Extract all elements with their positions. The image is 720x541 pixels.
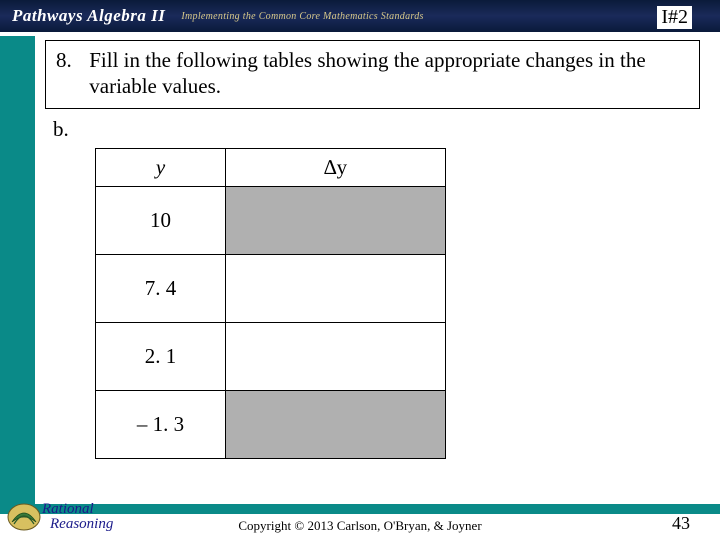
page-code: I#2 bbox=[657, 6, 692, 29]
header-bar: Pathways Algebra II Implementing the Com… bbox=[0, 0, 720, 32]
logo-text-top: Rational bbox=[41, 501, 94, 517]
logo-text-bottom: Reasoning bbox=[49, 516, 114, 532]
cell-dy bbox=[226, 186, 446, 254]
col-header-dy: ∆y bbox=[226, 148, 446, 186]
header-subtitle: Implementing the Common Core Mathematics… bbox=[165, 11, 423, 22]
cell-y: 10 bbox=[96, 186, 226, 254]
logo-rational-reasoning: Rational Reasoning bbox=[6, 498, 126, 536]
header-title: Pathways Algebra II bbox=[0, 6, 165, 26]
cell-y: – 1. 3 bbox=[96, 390, 226, 458]
side-accent bbox=[0, 36, 35, 504]
page-number: 43 bbox=[672, 513, 690, 534]
cell-dy bbox=[226, 390, 446, 458]
cell-y: 7. 4 bbox=[96, 254, 226, 322]
problem-number: 8. bbox=[56, 47, 84, 73]
cell-y: 2. 1 bbox=[96, 322, 226, 390]
problem-statement: 8. Fill in the following tables showing … bbox=[45, 40, 700, 109]
sub-part-label: b. bbox=[53, 117, 710, 142]
col-header-y: y bbox=[96, 148, 226, 186]
cell-dy bbox=[226, 322, 446, 390]
cell-dy bbox=[226, 254, 446, 322]
problem-text: Fill in the following tables showing the… bbox=[89, 47, 688, 100]
values-table: y ∆y 10 7. 4 2. 1 – 1. 3 bbox=[95, 148, 446, 459]
content-area: 8. Fill in the following tables showing … bbox=[35, 40, 710, 459]
